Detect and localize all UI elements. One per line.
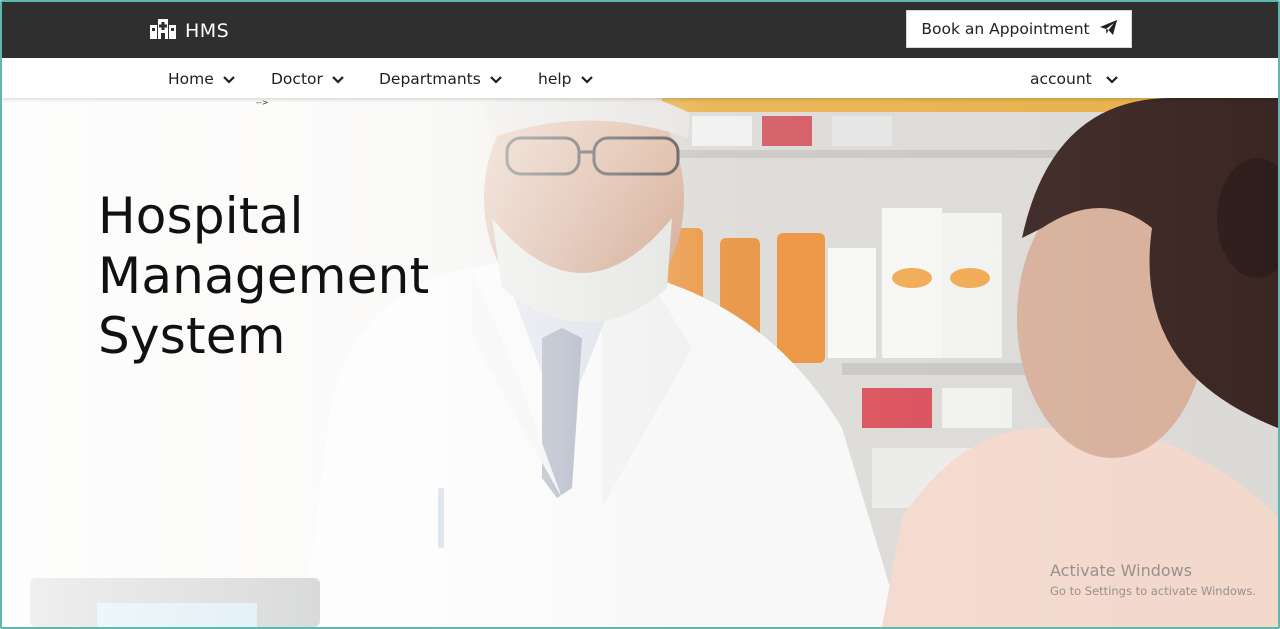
hero-banner: Hospital Management System Activate Wind… — [2, 98, 1278, 627]
chevron-down-icon — [1105, 70, 1118, 88]
nav-item-help[interactable]: help — [538, 68, 593, 90]
watermark-subtitle: Go to Settings to activate Windows. — [1050, 584, 1256, 598]
nav-item-departments[interactable]: Departmants — [379, 68, 502, 90]
nav-item-doctor[interactable]: Doctor — [271, 68, 344, 90]
chevron-down-icon — [223, 70, 235, 88]
brand-logo[interactable]: HMS — [150, 18, 229, 44]
browser-viewport: HMS Book an Appointment Home Doctor Depa… — [0, 0, 1280, 629]
chevron-down-icon — [580, 70, 593, 88]
nav-item-home[interactable]: Home — [168, 68, 235, 90]
nav-item-label: Doctor — [271, 70, 323, 88]
top-bar: HMS Book an Appointment — [2, 2, 1278, 58]
watermark-title: Activate Windows — [1050, 561, 1193, 580]
paper-plane-icon — [1099, 19, 1117, 39]
hospital-icon — [150, 19, 176, 43]
nav-item-label: Departmants — [379, 70, 481, 88]
book-appointment-button[interactable]: Book an Appointment — [906, 10, 1132, 48]
nav-item-account[interactable]: account — [1030, 68, 1118, 90]
brand-name: HMS — [185, 20, 230, 42]
hero-title-line: Hospital — [98, 187, 304, 245]
nav-item-label: account — [1030, 70, 1092, 88]
stray-comment-text: --> — [256, 98, 269, 107]
book-appointment-label: Book an Appointment — [921, 20, 1090, 38]
activate-windows-watermark: Activate Windows Go to Settings to activ… — [1050, 561, 1256, 598]
main-nav: Home Doctor Departmants help account — [2, 58, 1278, 98]
hero-title-line: System — [98, 307, 286, 365]
nav-item-label: help — [538, 70, 572, 88]
nav-item-label: Home — [168, 70, 214, 88]
hero-title: Hospital Management System — [98, 186, 429, 366]
chevron-down-icon — [332, 70, 344, 88]
hero-title-line: Management — [98, 247, 430, 305]
chevron-down-icon — [490, 70, 502, 88]
